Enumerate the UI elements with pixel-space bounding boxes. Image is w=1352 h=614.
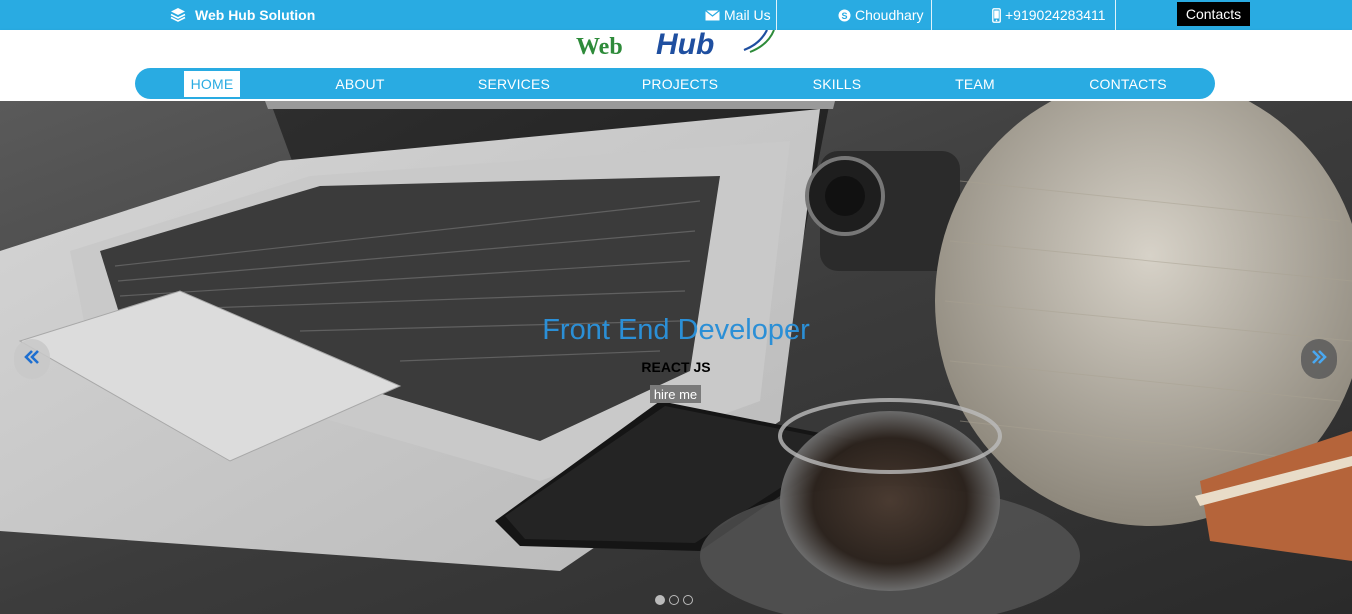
nav-item-team[interactable]: TEAM [950, 71, 1000, 97]
main-nav: HOME ABOUT SERVICES PROJECTS SKILLS TEAM… [135, 68, 1215, 99]
hero-background-image [0, 101, 1352, 614]
skype-link[interactable]: S Choudhary [838, 0, 924, 30]
logo-strip: Web Hub [0, 28, 1352, 67]
nav-item-projects[interactable]: PROJECTS [639, 71, 721, 97]
nav-item-home[interactable]: HOME [184, 71, 240, 97]
nav-item-skills[interactable]: SKILLS [808, 71, 866, 97]
skype-label: Choudhary [855, 7, 924, 23]
logo-web-text: Web [576, 34, 623, 60]
carousel-dot[interactable] [669, 595, 679, 605]
contacts-button[interactable]: Contacts [1177, 2, 1250, 26]
carousel-dot[interactable] [683, 595, 693, 605]
carousel-prev-button[interactable] [14, 339, 50, 379]
mail-link[interactable]: Mail Us [705, 0, 771, 30]
double-chevron-right-icon [1311, 349, 1327, 369]
divider [931, 0, 932, 30]
mail-label: Mail Us [724, 7, 771, 23]
nav-item-services[interactable]: SERVICES [474, 71, 554, 97]
svg-text:S: S [841, 11, 847, 21]
carousel-dot[interactable] [655, 595, 665, 605]
divider [1115, 0, 1116, 30]
phone-link[interactable]: +919024283411 [992, 0, 1106, 30]
envelope-icon [705, 9, 720, 21]
divider [776, 0, 777, 30]
phone-label: +919024283411 [1005, 7, 1106, 23]
nav-wrapper: HOME ABOUT SERVICES PROJECTS SKILLS TEAM… [0, 67, 1352, 101]
slide-subtitle: REACT JS [641, 359, 711, 375]
mobile-phone-icon [992, 7, 1001, 23]
brand[interactable]: Web Hub Solution [170, 0, 315, 30]
slide-title: Front End Developer [542, 314, 810, 346]
nav-item-contacts[interactable]: CONTACTS [1086, 71, 1170, 97]
carousel-next-button[interactable] [1301, 339, 1337, 379]
layers-icon [170, 7, 186, 23]
brand-name: Web Hub Solution [195, 7, 316, 23]
carousel-indicators [655, 595, 693, 605]
nav-item-about[interactable]: ABOUT [327, 71, 393, 97]
logo-hub-text: Hub [656, 30, 714, 60]
hire-me-button[interactable]: hire me [650, 385, 701, 403]
double-chevron-left-icon [24, 349, 40, 369]
top-bar: Web Hub Solution Mail Us S Choudhary +91… [0, 0, 1352, 30]
skype-icon: S [838, 9, 851, 22]
hero-carousel: Front End Developer REACT JS hire me [0, 101, 1352, 614]
webhub-logo[interactable]: Web Hub [574, 28, 778, 61]
